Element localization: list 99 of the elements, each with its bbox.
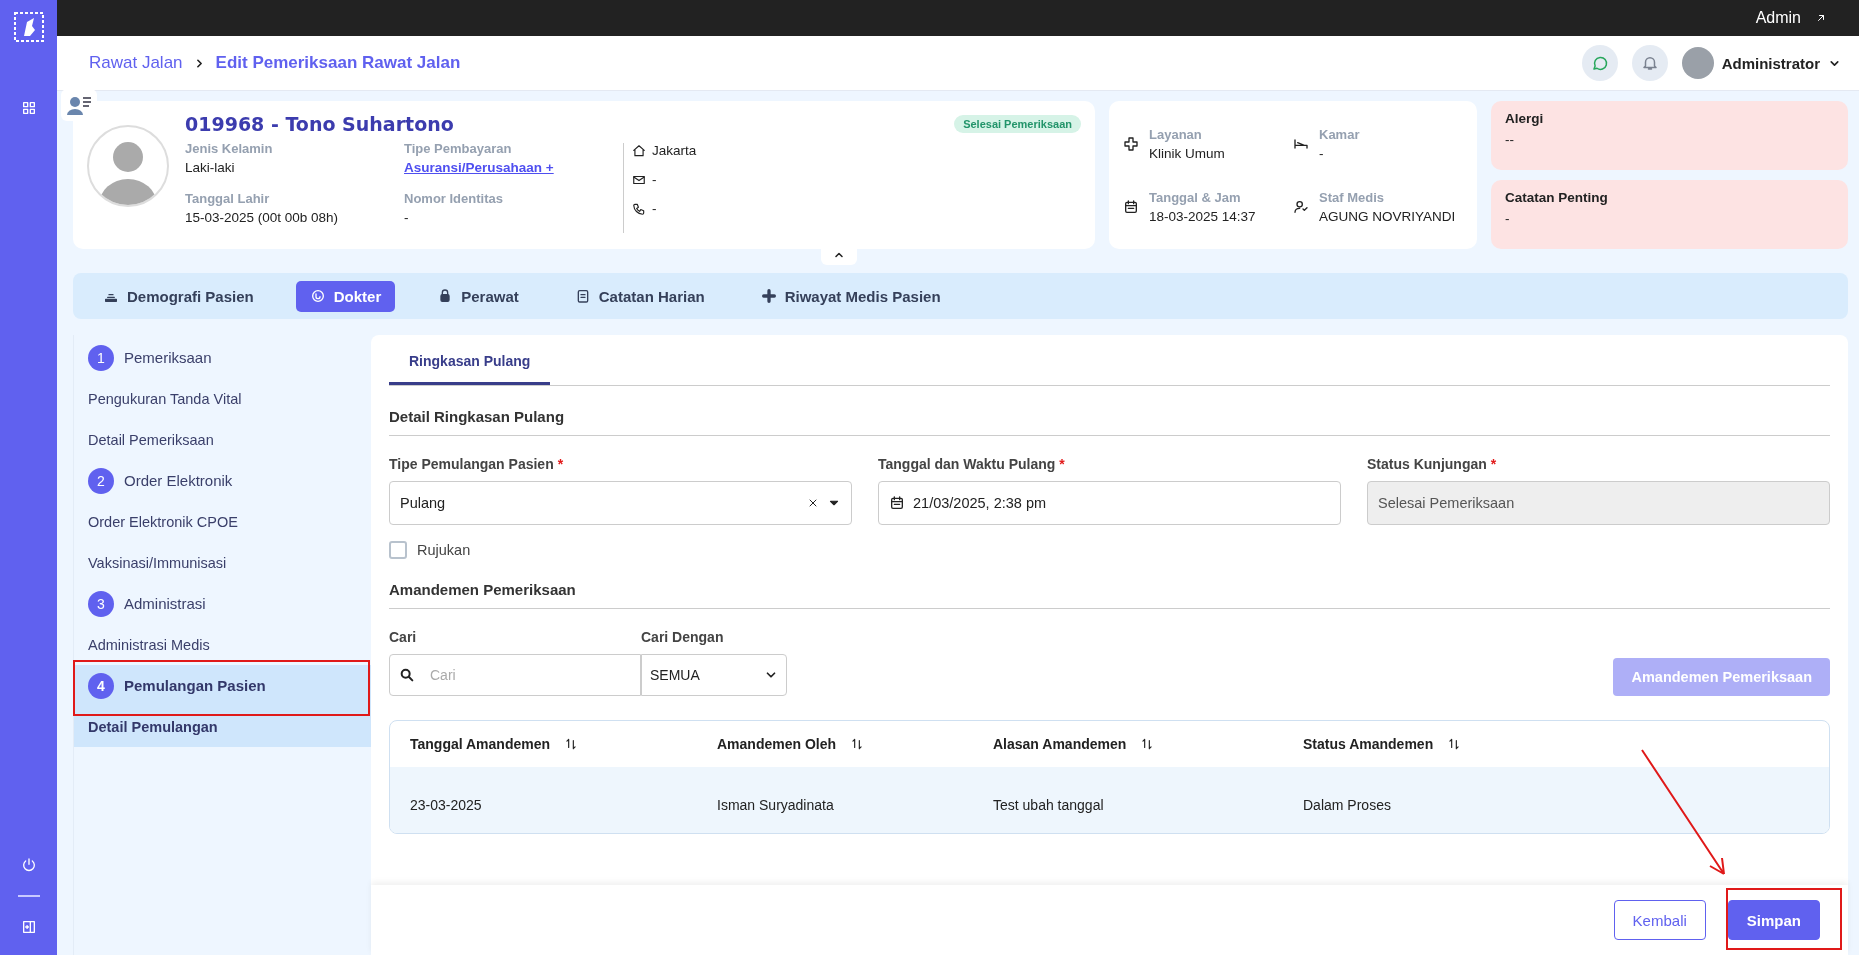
- plus-icon: [1123, 135, 1139, 152]
- field-label: Tipe Pemulangan Pasien: [389, 456, 554, 472]
- step-number: 4: [88, 672, 114, 699]
- breadcrumb-link[interactable]: Edit Pemeriksaan Rawat Jalan: [215, 53, 461, 73]
- required-mark: *: [557, 456, 564, 472]
- required-mark: *: [1490, 456, 1497, 472]
- sidebar-item[interactable]: Pengukuran Tanda Vital: [74, 378, 371, 419]
- section-title: Amandemen Pemeriksaan: [389, 559, 1830, 609]
- tab[interactable]: Riwayat Medis Pasien: [746, 280, 955, 312]
- note-title: Catatan Penting: [1505, 190, 1609, 205]
- column-header[interactable]: Alasan Amandemen: [993, 736, 1127, 752]
- tab[interactable]: Perawat: [423, 280, 533, 312]
- field-value: -: [404, 210, 410, 225]
- note-title: Alergi: [1505, 111, 1545, 126]
- patient-name: 019968 - Tono Suhartono: [185, 113, 454, 135]
- field-value: AGUNG NOVRIYANDI: [1319, 208, 1456, 224]
- step-number: 3: [88, 590, 114, 617]
- discharge-type-select[interactable]: Pulang: [389, 481, 852, 525]
- calendar-icon: [1123, 198, 1139, 215]
- breadcrumb-link[interactable]: Rawat Jalan: [89, 53, 183, 73]
- field-label: Status Kunjungan: [1367, 456, 1487, 472]
- note-value: -: [1505, 211, 1511, 226]
- chat-button[interactable]: [1581, 45, 1618, 81]
- table-cell: 23-03-2025: [410, 797, 482, 813]
- bell-icon: [1640, 54, 1659, 72]
- back-button[interactable]: Kembali: [1613, 900, 1706, 940]
- user-check-icon: [1293, 198, 1309, 215]
- sort-icon: [850, 737, 865, 751]
- date-field[interactable]: 21/03/2025, 2:38 pm: [878, 481, 1341, 525]
- column-header[interactable]: Amandemen Oleh: [717, 736, 837, 752]
- save-button[interactable]: Simpan: [1727, 900, 1820, 940]
- field-label: Layanan: [1149, 126, 1203, 142]
- sidebar-item[interactable]: Detail Pemeriksaan: [74, 419, 371, 460]
- tab[interactable]: Catatan Harian: [560, 280, 719, 312]
- power-icon: [20, 857, 37, 873]
- contact-value: -: [652, 201, 657, 216]
- step-item[interactable]: 2 Order Elektronik: [74, 460, 371, 501]
- sidebar-item[interactable]: Vaksinasi/Immunisasi: [74, 542, 371, 583]
- plus-icon: [760, 288, 777, 304]
- home-icon: [632, 143, 646, 158]
- sort-icon: [564, 737, 579, 751]
- contact-value: Jakarta: [652, 143, 697, 158]
- payment-link[interactable]: Asuransi/Perusahaan +: [404, 160, 623, 175]
- field-label: Nomor Identitas: [404, 191, 504, 206]
- field-value: Klinik Umum: [1149, 145, 1225, 161]
- column-header[interactable]: Status Amandemen: [1303, 736, 1434, 752]
- required-mark: *: [1059, 456, 1065, 472]
- sidebar-toggle-icon: [20, 919, 37, 935]
- section-title: Detail Ringkasan Pulang: [389, 386, 1830, 436]
- grid-icon: [20, 100, 37, 116]
- logo-icon[interactable]: [13, 12, 44, 42]
- field-value: 15-03-2025 (00t 00b 08h): [185, 210, 340, 225]
- step-item[interactable]: 3 Administrasi: [74, 583, 371, 624]
- search-icon: [399, 667, 415, 683]
- user-avatar[interactable]: [1681, 47, 1714, 79]
- field-label: Cari Dengan: [641, 629, 724, 645]
- step-item[interactable]: 1 Pemeriksaan: [74, 337, 371, 378]
- table-cell: Test ubah tanggal: [993, 797, 1104, 813]
- contact-value: -: [652, 172, 657, 187]
- field-label: Jenis Kelamin: [185, 141, 274, 156]
- status-badge: Selesai Pemeriksaan: [954, 115, 1081, 133]
- search-field[interactable]: Cari: [389, 654, 641, 696]
- step-number: 1: [88, 344, 114, 371]
- admin-link[interactable]: Admin: [1755, 9, 1801, 27]
- tab[interactable]: Dokter: [295, 280, 396, 312]
- tab[interactable]: Ringkasan Pulang: [389, 341, 551, 385]
- sidebar-item[interactable]: Order Elektronik CPOE: [74, 501, 371, 542]
- user-menu[interactable]: Administrator: [1721, 54, 1820, 72]
- field-value: Laki-laki: [185, 160, 236, 175]
- sidebar-item[interactable]: Administrasi Medis: [74, 624, 371, 665]
- notification-button[interactable]: [1631, 45, 1668, 81]
- field-value: -: [1319, 145, 1325, 161]
- step-item[interactable]: 4 Pemulangan Pasien: [74, 665, 371, 706]
- filter-select[interactable]: SEMUA: [641, 654, 787, 696]
- field-label: Tanggal & Jam: [1149, 189, 1242, 205]
- field-label: Tipe Pembayaran: [404, 141, 513, 156]
- chat-icon: [1590, 54, 1609, 72]
- field-label: Kamar: [1319, 126, 1360, 142]
- field-label: Cari: [389, 629, 417, 645]
- field-label: Staf Medis: [1319, 189, 1385, 205]
- field-label: Tanggal dan Waktu Pulang: [878, 456, 1056, 472]
- sort-icon: [1447, 737, 1462, 751]
- sidebar-item[interactable]: Detail Pemulangan: [74, 706, 371, 747]
- external-link-icon: [1815, 12, 1827, 24]
- note-value: --: [1505, 132, 1515, 147]
- table-cell: Isman Suryadinata: [717, 797, 834, 813]
- checkbox[interactable]: [389, 541, 407, 559]
- tab[interactable]: Demografi Pasien: [89, 280, 268, 312]
- step-number: 2: [88, 467, 114, 494]
- status-field: Selesai Pemeriksaan: [1367, 481, 1830, 525]
- clear-icon: [807, 497, 819, 509]
- sort-icon: [1140, 737, 1155, 751]
- field-label: Tanggal Lahir: [185, 191, 271, 206]
- calendar-icon: [889, 495, 905, 511]
- table-cell: Dalam Proses: [1303, 797, 1391, 813]
- column-header[interactable]: Tanggal Amandemen: [410, 736, 551, 752]
- field-value: 18-03-2025 14:37: [1149, 208, 1256, 224]
- phone-icon: [632, 201, 646, 216]
- checkbox-label: Rujukan: [417, 542, 471, 558]
